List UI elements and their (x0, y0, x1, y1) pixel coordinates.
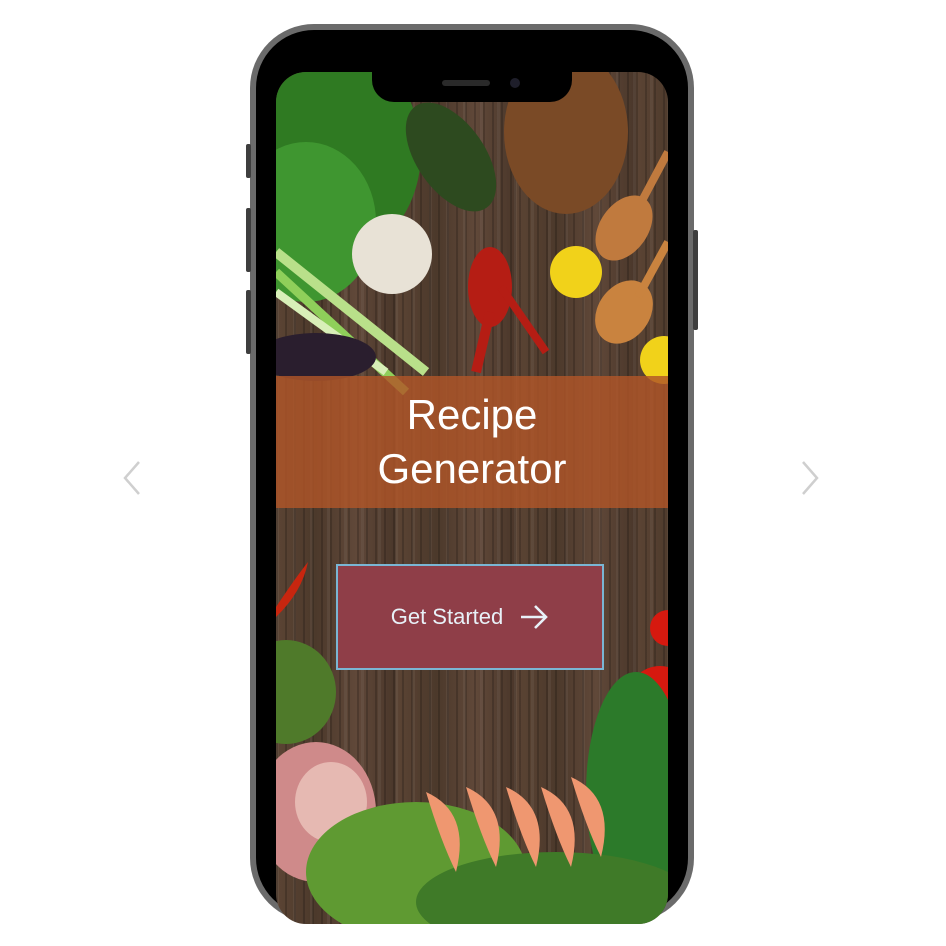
arrow-right-icon (521, 605, 549, 629)
camera-icon (510, 78, 520, 88)
carousel-next-button[interactable] (790, 458, 830, 498)
carousel-prev-button[interactable] (112, 458, 152, 498)
app-title-line-1: Recipe (406, 391, 538, 438)
get-started-button[interactable]: Get Started (336, 564, 604, 670)
chevron-right-icon (802, 461, 819, 495)
app-title-line-2: Generator (377, 445, 567, 492)
app-screen: Recipe Generator Get Started (276, 72, 668, 924)
title-banner: Recipe Generator (276, 376, 668, 508)
get-started-label: Get Started (390, 604, 504, 629)
phone-notch (372, 70, 572, 102)
phone-frame: Recipe Generator Get Started (246, 24, 698, 924)
chevron-left-icon (123, 461, 140, 495)
speaker-grille (442, 80, 490, 86)
